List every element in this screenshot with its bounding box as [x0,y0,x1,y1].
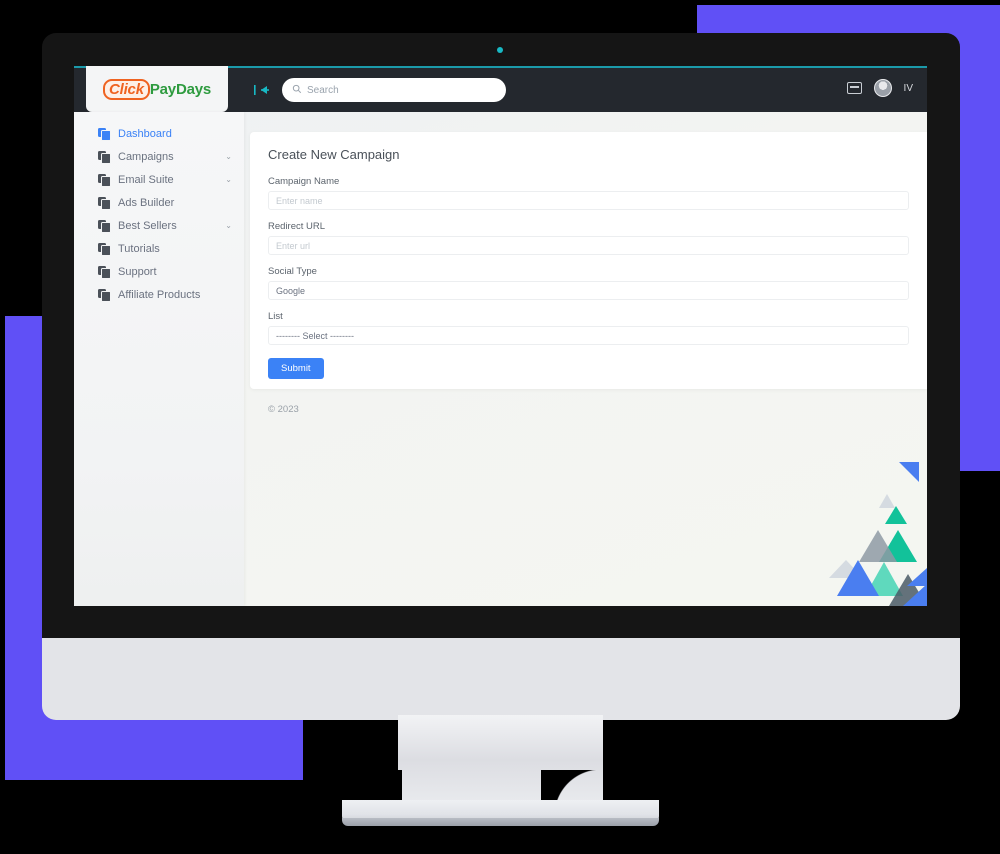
decorative-triangles [829,462,927,606]
field-label-social-type: Social Type [268,266,317,277]
sidebar-item-label: Support [118,265,157,278]
sidebar-item-label: Email Suite [118,173,174,186]
sidebar-item-label: Campaigns [118,150,174,163]
collapse-sidebar-icon[interactable] [254,82,272,98]
sidebar-item-dashboard[interactable]: Dashboard [74,122,244,145]
field-input-redirect-url[interactable]: Enter url [268,236,909,255]
sidebar-item-label: Tutorials [118,242,160,255]
sidebar-item-tutorials[interactable]: Tutorials [74,237,244,260]
sidebar-item-label: Best Sellers [118,219,177,232]
chevron-down-icon[interactable]: ⌄ [225,221,232,230]
chevron-down-icon[interactable]: ⌄ [225,175,232,184]
monitor-stand-foot-lip [342,818,659,826]
field-label-campaign-name: Campaign Name [268,176,340,187]
logo-pay-text: Pay [149,80,176,98]
user-avatar-icon[interactable] [873,79,892,97]
sidebar-item-label: Affiliate Products [118,288,201,301]
sidebar-item-label: Ads Builder [118,196,175,209]
sidebar-item-campaigns[interactable]: Campaigns ⌄ [74,145,244,168]
submit-button[interactable]: Submit [268,358,324,379]
search-input[interactable] [307,84,496,96]
user-name-label: IV [903,82,913,94]
sidebar-item-icon [98,151,111,164]
card-icon[interactable] [846,82,862,94]
create-campaign-card: Create New Campaign Campaign Name Enter n… [250,132,927,389]
app-logo[interactable]: Click PayDays [86,66,228,112]
search-icon [292,84,302,97]
topbar-actions: IV [846,79,913,97]
sidebar-item-icon [98,266,111,279]
sidebar-item-label: Dashboard [118,127,172,140]
sidebar-item-icon [98,128,111,141]
webcam-dot-icon [497,47,503,53]
page-title: Create New Campaign [268,147,400,162]
collapse-arrow-svg [254,85,269,95]
field-label-list: List [268,311,283,322]
browser-screen: Click PayDays Search IV Dashboard Campai… [74,66,927,606]
field-input-list[interactable]: -------- Select -------- [268,326,909,345]
sidebar-item-support[interactable]: Support [74,260,244,283]
logo-days-text: Days [175,80,211,98]
search-bar[interactable] [282,78,506,102]
sidebar-item-affiliate-products[interactable]: Affiliate Products [74,283,244,306]
screenshot-stage: Click PayDays Search IV Dashboard Campai… [0,0,1000,854]
field-label-redirect-url: Redirect URL [268,221,326,232]
monitor-chin [42,638,960,720]
footer-copyright: © 2023 [268,404,299,415]
campaign-form: Campaign Name Enter name Redirect URL Enter… [268,176,909,345]
sidebar-nav: Dashboard Campaigns ⌄ Email Suite ⌄ Ads Build… [74,112,244,606]
field-input-social-type[interactable]: Google [268,281,909,300]
sidebar-item-icon [98,197,111,210]
app-topbar: Click PayDays Search IV [74,66,927,112]
chevron-down-icon[interactable]: ⌄ [225,152,232,161]
sidebar-item-best-sellers[interactable]: Best Sellers ⌄ [74,214,244,237]
logo-click-text: Click [102,78,150,100]
sidebar-item-icon [98,174,111,187]
sidebar-item-email-suite[interactable]: Email Suite ⌄ [74,168,244,191]
sidebar-item-ads-builder[interactable]: Ads Builder [74,191,244,214]
search-glass-svg [292,84,302,93]
sidebar-item-icon [98,220,111,233]
sidebar-item-icon [98,289,111,302]
field-input-campaign-name[interactable]: Enter name [268,191,909,210]
sidebar-item-icon [98,243,111,256]
